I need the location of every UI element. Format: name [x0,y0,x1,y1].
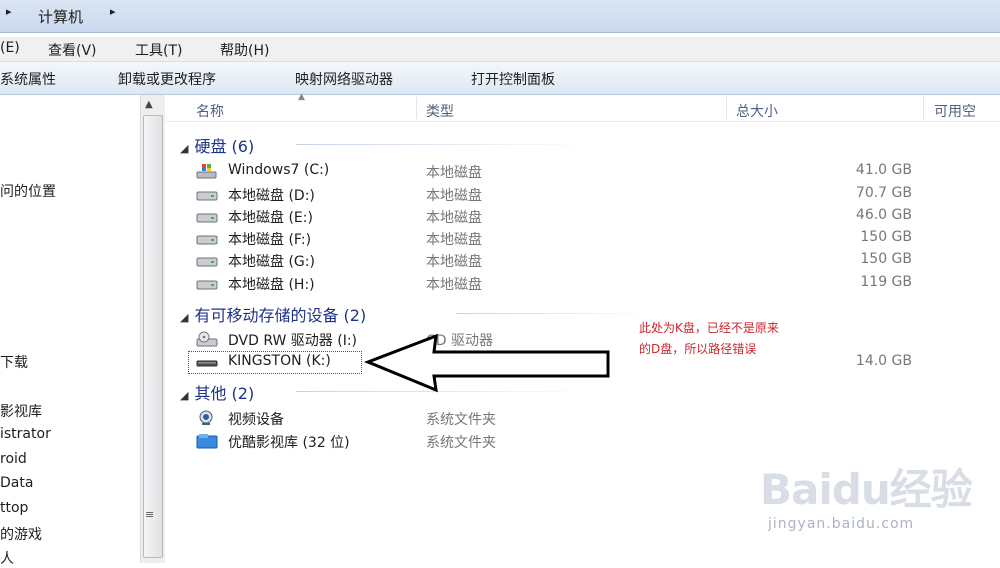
watermark-url: jingyan.baidu.com [768,516,915,532]
baidu-watermark: Baidu经验 jingyan.baidu.com [760,456,973,532]
annotation-note: 此处为K盘，已经不是原来的D盘，所以路径错误 [639,321,779,356]
watermark-logo: Baidu经验 [760,465,973,514]
